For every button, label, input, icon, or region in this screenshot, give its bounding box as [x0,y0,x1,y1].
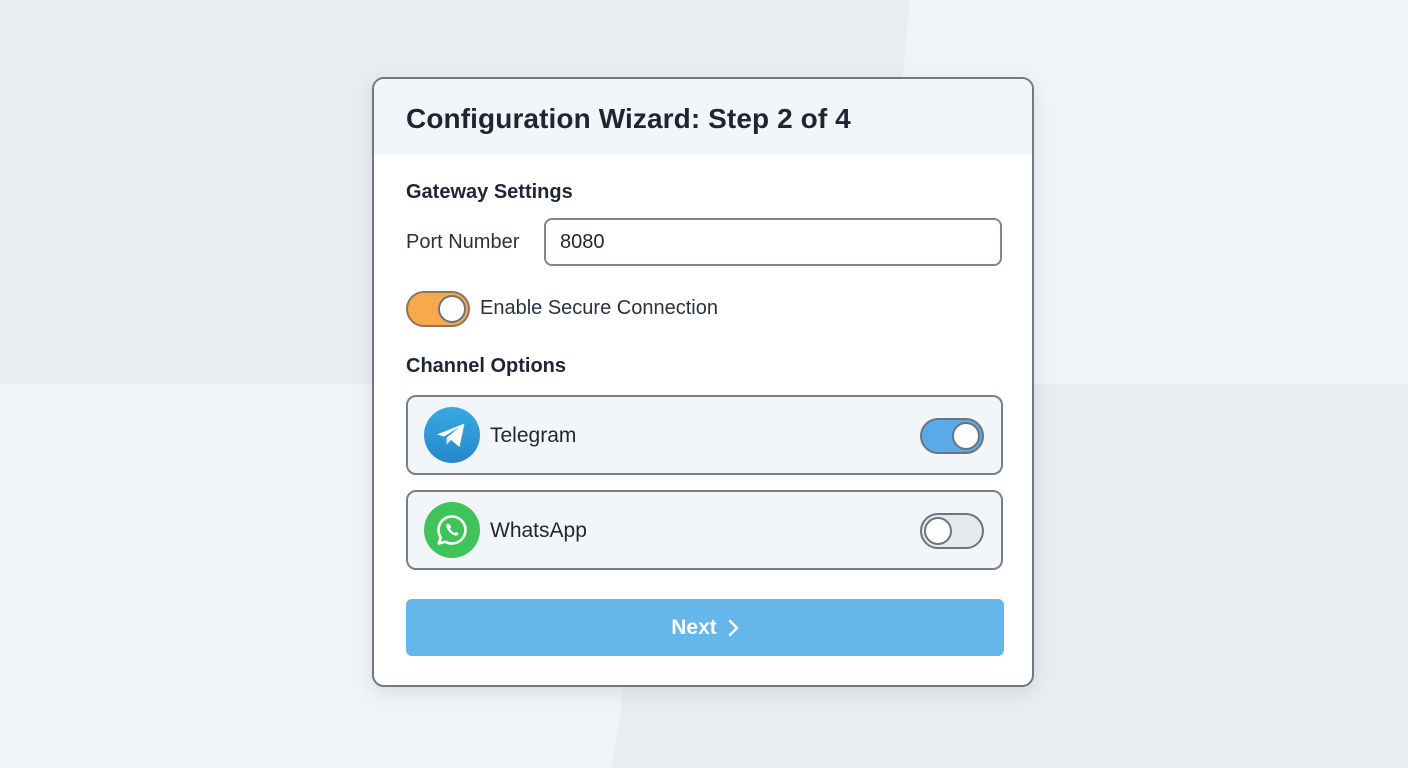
toggle-knob [924,517,952,545]
whatsapp-toggle[interactable] [920,513,984,549]
whatsapp-icon [424,502,480,558]
wizard-card: Configuration Wizard: Step 2 of 4 Gatewa… [372,77,1034,687]
secure-connection-label: Enable Secure Connection [480,297,718,319]
toggle-knob [952,422,980,450]
next-button-label: Next [671,615,717,639]
channel-row-telegram: Telegram [406,395,1003,475]
chevron-right-icon [727,619,739,637]
telegram-label: Telegram [490,424,577,447]
telegram-toggle[interactable] [920,418,984,454]
wizard-title: Configuration Wizard: Step 2 of 4 [406,103,851,134]
channel-options-heading: Channel Options [406,355,566,377]
whatsapp-label: WhatsApp [490,519,587,542]
channel-row-whatsapp: WhatsApp [406,490,1003,570]
telegram-icon [424,407,480,463]
secure-connection-toggle[interactable] [406,291,470,327]
next-button[interactable]: Next [406,599,1004,656]
wizard-header: Configuration Wizard: Step 2 of 4 [374,79,1032,155]
port-number-label: Port Number [406,231,520,253]
toggle-knob [438,295,466,323]
gateway-settings-heading: Gateway Settings [406,181,573,203]
port-number-input[interactable] [544,218,1002,266]
